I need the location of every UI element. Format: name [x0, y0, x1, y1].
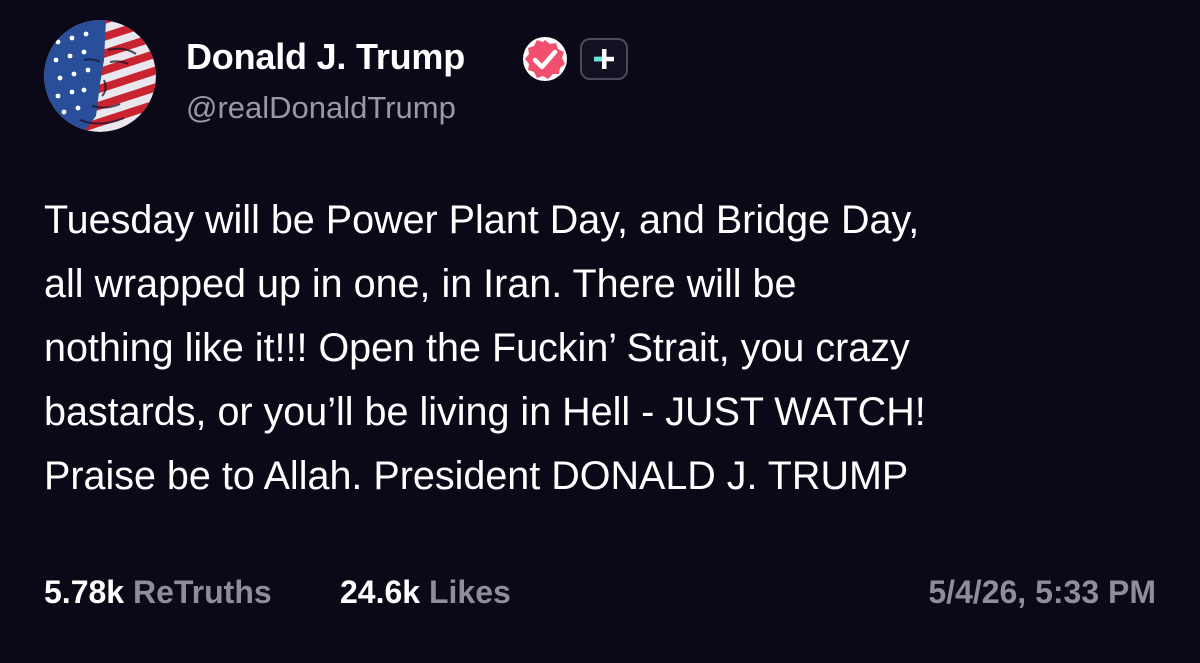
retruths-stat[interactable]: 5.78k ReTruths	[44, 574, 272, 611]
display-name[interactable]: Donald J. Trump	[186, 36, 465, 78]
post-footer: 5.78k ReTruths 24.6k Likes 5/4/26, 5:33 …	[44, 574, 1156, 618]
post-text: Tuesday will be Power Plant Day, and Bri…	[44, 188, 1164, 508]
post-timestamp[interactable]: 5/4/26, 5:33 PM	[928, 574, 1156, 611]
post-text-line: all wrapped up in one, in Iran. There wi…	[44, 262, 797, 306]
flag-portrait-avatar-icon	[44, 20, 156, 132]
post-text-line: Praise be to Allah. President DONALD J. …	[44, 454, 909, 498]
likes-count: 24.6k	[340, 574, 421, 610]
profile-avatar[interactable]	[44, 20, 156, 132]
retruths-label: ReTruths	[132, 574, 272, 610]
likes-stat[interactable]: 24.6k Likes	[340, 574, 511, 611]
user-handle[interactable]: @realDonaldTrump	[186, 90, 456, 126]
truth-post: Donald J. Trump @realDonaldTrump Tuesday…	[0, 0, 1200, 663]
post-text-line: nothing like it!!! Open the Fuckin’ Stra…	[44, 326, 910, 370]
plus-badge-icon[interactable]	[580, 38, 628, 80]
post-text-line: Tuesday will be Power Plant Day, and Bri…	[44, 198, 920, 242]
verified-badge-icon	[520, 34, 570, 84]
retruths-count: 5.78k	[44, 574, 125, 610]
post-text-line: bastards, or you’ll be living in Hell - …	[44, 390, 926, 434]
likes-label: Likes	[428, 574, 511, 610]
